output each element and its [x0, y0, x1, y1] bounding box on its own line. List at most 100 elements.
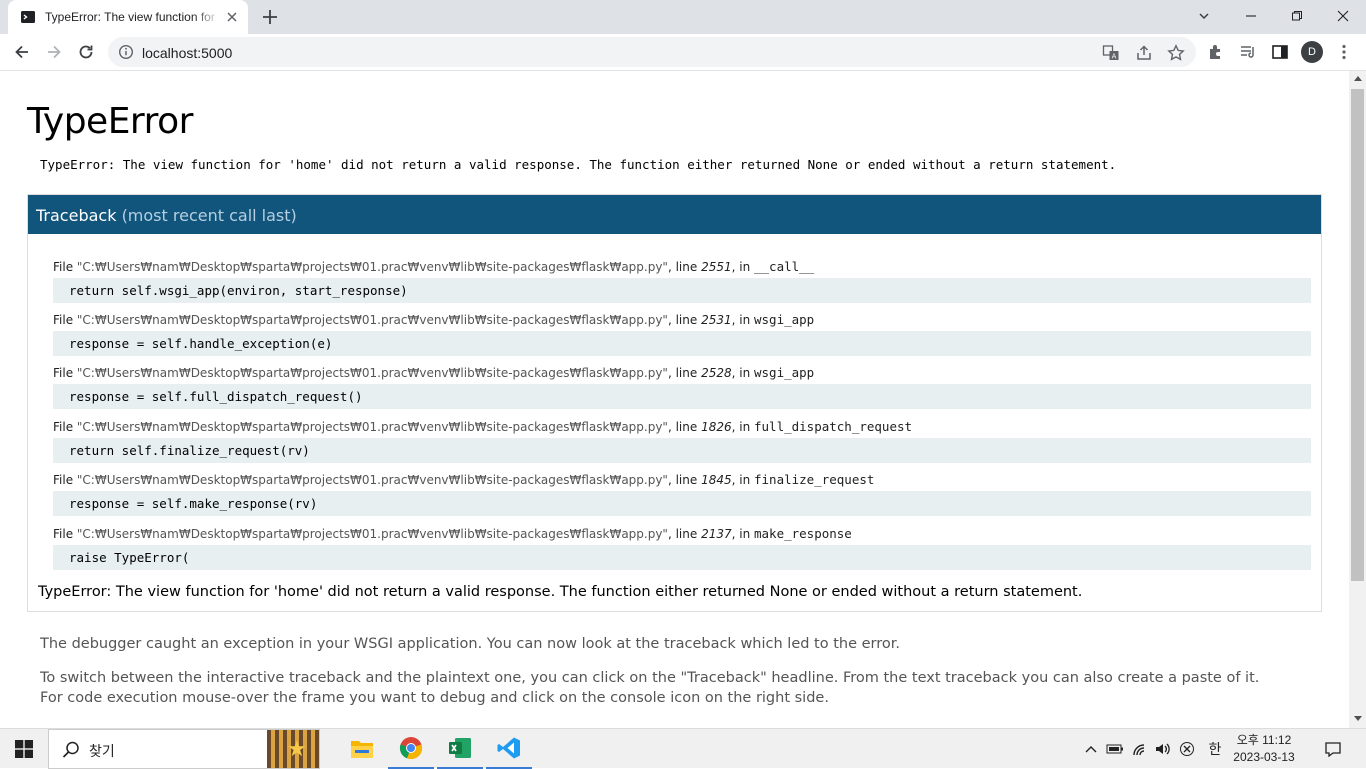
frame-filename: "C:₩Users₩nam₩Desktop₩sparta₩projects₩01… — [76, 313, 668, 327]
scroll-up-icon[interactable] — [1354, 76, 1362, 81]
restore-icon[interactable] — [1274, 0, 1320, 32]
frame-code[interactable]: return self.finalize_request(rv) — [53, 438, 1311, 463]
frame-filename: "C:₩Users₩nam₩Desktop₩sparta₩projects₩01… — [76, 473, 668, 487]
page-scrollbar[interactable] — [1349, 71, 1366, 728]
os-taskbar: 찾기 ★ 한 오후 11:12 2023-03-13 — [0, 728, 1366, 769]
frame-code[interactable]: response = self.make_response(rv) — [53, 491, 1311, 516]
frame-location: File "C:₩Users₩nam₩Desktop₩sparta₩projec… — [53, 258, 1311, 275]
close-window-icon[interactable] — [1320, 0, 1366, 32]
taskbar-vscode[interactable] — [486, 729, 532, 769]
frame-code[interactable]: raise TypeError( — [53, 545, 1311, 570]
browser-tab-active[interactable]: TypeError: The view function for 'home' … — [8, 0, 248, 34]
search-highlight-star-icon: ★ — [287, 736, 307, 761]
new-tab-icon[interactable] — [258, 6, 282, 28]
bookmark-star-icon[interactable] — [1166, 43, 1186, 63]
taskbar-chrome[interactable] — [388, 729, 434, 769]
svg-text:A: A — [1112, 53, 1117, 61]
frame-location: File "C:₩Users₩nam₩Desktop₩sparta₩projec… — [53, 525, 1311, 542]
frame-function: wsgi_app — [754, 365, 815, 380]
forward-button[interactable] — [42, 40, 66, 64]
traceback-frame[interactable]: File "C:₩Users₩nam₩Desktop₩sparta₩projec… — [53, 525, 1311, 570]
show-hidden-icons[interactable] — [1082, 739, 1100, 759]
frame-location: File "C:₩Users₩nam₩Desktop₩sparta₩projec… — [53, 311, 1311, 328]
frame-code[interactable]: response = self.handle_exception(e) — [53, 331, 1311, 356]
reading-list-icon[interactable] — [1238, 42, 1258, 62]
notification-off-icon[interactable] — [1176, 739, 1198, 759]
extensions-icon[interactable] — [1206, 42, 1226, 62]
taskbar-search[interactable]: 찾기 ★ — [48, 729, 320, 769]
frame-function: full_dispatch_request — [754, 419, 913, 434]
frame-in-label: , in — [731, 313, 754, 327]
frame-line-label: , line — [667, 420, 702, 434]
taskbar-file-explorer[interactable] — [339, 729, 385, 769]
frame-line-label: , line — [667, 313, 702, 327]
windows-logo-icon — [15, 740, 33, 758]
frame-line-label: , line — [667, 260, 702, 274]
reload-button[interactable] — [74, 40, 98, 64]
frame-line-label: , line — [667, 366, 702, 380]
scrollbar-thumb[interactable] — [1351, 89, 1364, 581]
url-text: localhost:5000 — [142, 45, 233, 61]
traceback-header[interactable]: Traceback (most recent call last) — [28, 195, 1321, 234]
traceback-frame[interactable]: File "C:₩Users₩nam₩Desktop₩sparta₩projec… — [53, 364, 1311, 409]
terminal-icon — [21, 11, 35, 23]
explanation-text: To switch between the interactive traceb… — [40, 670, 1260, 706]
frame-function: wsgi_app — [754, 312, 815, 327]
frame-filename: "C:₩Users₩nam₩Desktop₩sparta₩projects₩01… — [76, 366, 668, 380]
address-bar[interactable]: localhost:5000 A — [108, 37, 1196, 67]
traceback-sublabel: (most recent call last) — [121, 206, 297, 225]
traceback-frame[interactable]: File "C:₩Users₩nam₩Desktop₩sparta₩projec… — [53, 471, 1311, 516]
frame-line-label: , line — [667, 527, 702, 541]
error-message: TypeError: The view function for 'home' … — [40, 157, 1117, 172]
search-icon — [62, 741, 79, 758]
traceback-label: Traceback — [36, 206, 117, 225]
frame-in-label: , in — [731, 260, 754, 274]
frame-file-prefix: File — [53, 473, 77, 487]
tab-search-icon[interactable] — [1181, 0, 1227, 32]
reload-icon — [79, 45, 93, 59]
traceback-frame[interactable]: File "C:₩Users₩nam₩Desktop₩sparta₩projec… — [53, 258, 1311, 303]
taskbar-excel[interactable] — [437, 729, 483, 769]
ime-indicator[interactable]: 한 — [1204, 739, 1226, 759]
frame-code[interactable]: response = self.full_dispatch_request() — [53, 384, 1311, 409]
volume-icon[interactable] — [1152, 739, 1174, 759]
battery-icon[interactable] — [1104, 739, 1126, 759]
search-placeholder: 찾기 — [89, 743, 115, 759]
taskbar-clock[interactable]: 오후 11:12 2023-03-13 — [1232, 732, 1296, 766]
site-info-icon[interactable] — [118, 44, 134, 60]
frame-code[interactable]: return self.wsgi_app(environ, start_resp… — [53, 278, 1311, 303]
frame-function: make_response — [754, 526, 852, 541]
minimize-icon[interactable] — [1228, 0, 1274, 32]
frame-filename: "C:₩Users₩nam₩Desktop₩sparta₩projects₩01… — [76, 260, 668, 274]
translate-icon[interactable]: A — [1101, 43, 1121, 63]
vscode-icon — [497, 737, 520, 759]
tab-title: TypeError: The view function for 'home' … — [45, 10, 220, 24]
side-panel-icon[interactable] — [1270, 42, 1290, 62]
excel-icon — [449, 738, 471, 758]
frame-in-label: , in — [731, 527, 754, 541]
close-tab-icon[interactable] — [224, 9, 240, 25]
frame-in-label: , in — [731, 366, 754, 380]
frame-in-label: , in — [731, 473, 754, 487]
frame-location: File "C:₩Users₩nam₩Desktop₩sparta₩projec… — [53, 418, 1311, 435]
frame-lineno: 2551 — [701, 260, 732, 274]
traceback-frame[interactable]: File "C:₩Users₩nam₩Desktop₩sparta₩projec… — [53, 418, 1311, 463]
frame-lineno: 1826 — [701, 420, 732, 434]
clock-time: 오후 11:12 — [1236, 733, 1292, 747]
scroll-down-icon[interactable] — [1354, 716, 1362, 721]
frame-file-prefix: File — [53, 527, 77, 541]
frame-file-prefix: File — [53, 420, 77, 434]
profile-avatar[interactable]: D — [1301, 41, 1323, 63]
network-icon[interactable] — [1130, 739, 1152, 759]
frame-lineno: 2528 — [701, 366, 732, 380]
share-icon[interactable] — [1134, 43, 1154, 63]
action-center-icon[interactable] — [1322, 739, 1344, 759]
start-button[interactable] — [0, 729, 48, 769]
frame-file-prefix: File — [53, 313, 77, 327]
frame-location: File "C:₩Users₩nam₩Desktop₩sparta₩projec… — [53, 471, 1311, 488]
traceback-frame[interactable]: File "C:₩Users₩nam₩Desktop₩sparta₩projec… — [53, 311, 1311, 356]
clock-date: 2023-03-13 — [1233, 750, 1295, 764]
back-arrow-icon — [15, 45, 28, 59]
back-button[interactable] — [10, 40, 34, 64]
menu-icon[interactable] — [1334, 42, 1354, 62]
